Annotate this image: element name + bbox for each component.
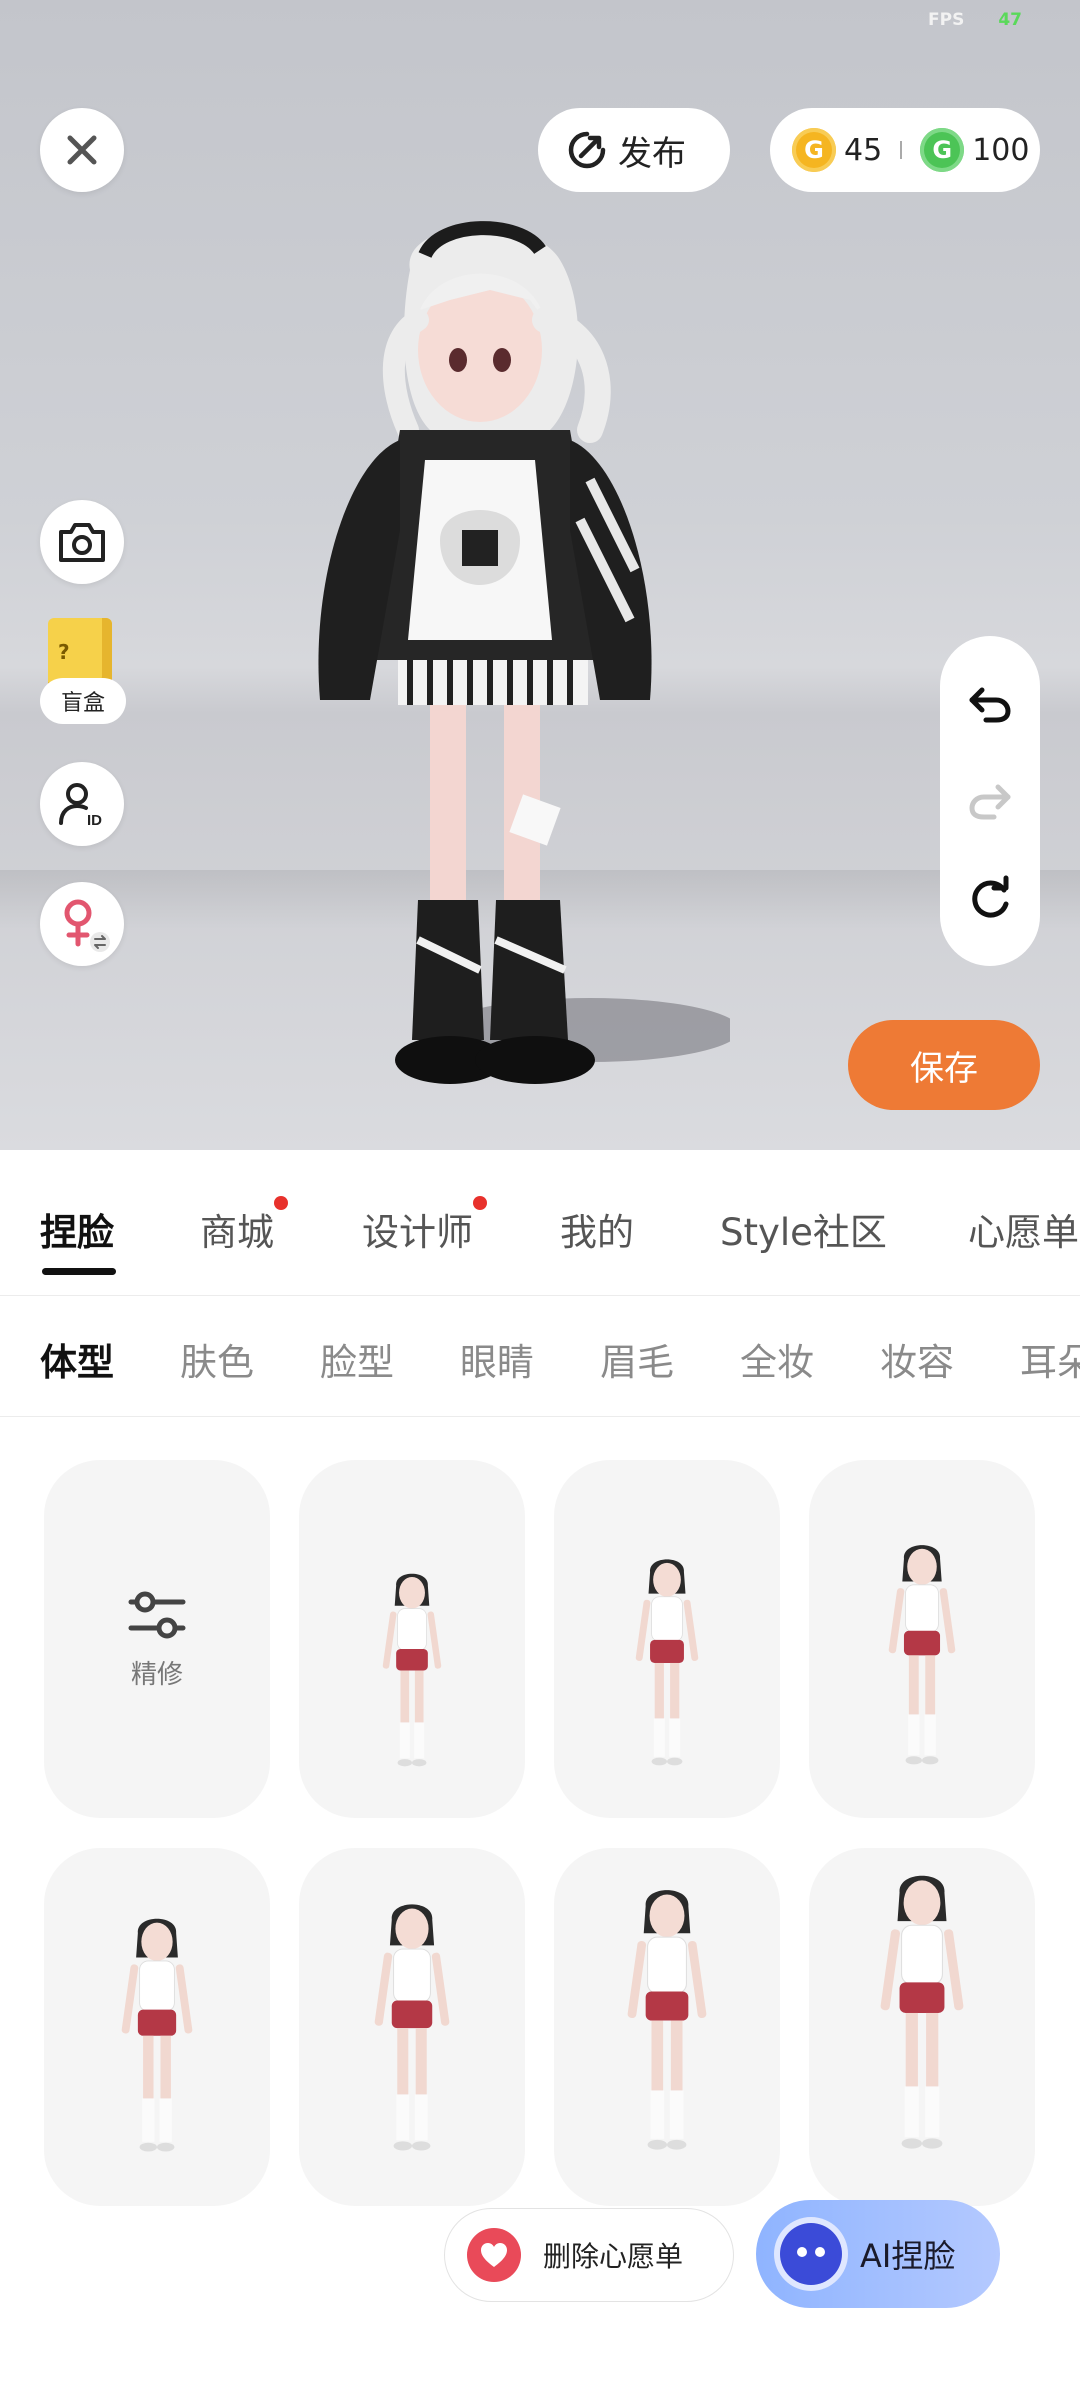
fine-tune-label: 精修 — [130, 1659, 183, 1690]
body-preset-figure — [880, 1875, 964, 2149]
body-preset-figure — [635, 1559, 699, 1766]
body-preset-card[interactable] — [299, 1460, 525, 1818]
new-badge — [274, 1196, 288, 1210]
blind-box-label: 盲盒 — [40, 678, 126, 724]
close-icon — [67, 135, 97, 165]
female-gender-icon — [64, 899, 110, 952]
body-preset-card[interactable] — [44, 1848, 270, 2206]
publish-button[interactable]: 发布 — [538, 108, 730, 192]
subtab-eyebrows[interactable]: 眉毛 — [600, 1332, 674, 1386]
body-preset-figure — [374, 1904, 450, 2151]
subtab-eyes[interactable]: 眼睛 — [460, 1332, 534, 1386]
body-preset-card[interactable] — [554, 1848, 780, 2206]
subtab-face-shape[interactable]: 脸型 — [320, 1332, 394, 1386]
subtab-makeup[interactable]: 妆容 — [880, 1332, 954, 1386]
currency-balance[interactable]: G 45 G 100 — [770, 108, 1040, 192]
body-preset-figure — [382, 1573, 442, 1767]
user-id-icon: ID — [59, 783, 102, 829]
ai-robot-icon — [780, 2223, 842, 2285]
gold-coin-count: 45 — [844, 132, 883, 168]
tab-style-community[interactable]: Style社区 — [720, 1202, 887, 1256]
active-tab-indicator — [42, 1268, 116, 1275]
divider — [900, 141, 903, 159]
remove-wishlist-label: 删除心愿单 — [543, 2240, 684, 2273]
green-coin-count: 100 — [972, 132, 1030, 168]
tab-shop[interactable]: 商城 — [200, 1196, 288, 1256]
fine-tune-card[interactable]: 精修 — [44, 1460, 270, 1818]
svg-text:ID: ID — [87, 812, 102, 829]
tab-wishlist[interactable]: 心愿单 — [968, 1202, 1079, 1256]
body-preset-figure — [888, 1545, 956, 1765]
tab-mine[interactable]: 我的 — [560, 1202, 634, 1256]
body-preset-figure — [627, 1890, 707, 2150]
reset-icon[interactable] — [966, 874, 1014, 922]
gender-switch-button[interactable] — [40, 882, 124, 966]
undo-icon[interactable] — [966, 680, 1014, 728]
remove-wishlist-button[interactable]: 删除心愿单 — [444, 2208, 734, 2302]
subtab-ears[interactable]: 耳朵 — [1020, 1332, 1080, 1386]
blind-box-button[interactable]: 盲盒 — [40, 618, 128, 728]
body-preset-card[interactable] — [809, 1848, 1035, 2206]
save-button[interactable]: 保存 — [848, 1020, 1040, 1110]
publish-icon — [568, 131, 606, 169]
subtab-full-makeup[interactable]: 全妆 — [740, 1332, 814, 1386]
ai-face-button[interactable]: AI捏脸 — [756, 2200, 1000, 2308]
green-coin-icon: G — [920, 128, 965, 172]
category-tabbar: 体型 肤色 脸型 眼睛 眉毛 全妆 妆容 耳朵 — [0, 1296, 1080, 1417]
new-badge — [473, 1196, 487, 1210]
subtab-skin-color[interactable]: 肤色 — [180, 1332, 254, 1386]
avatar-id-button[interactable]: ID — [40, 762, 124, 846]
fps-counter: FPS 47 — [928, 10, 1022, 30]
avatar-character — [318, 221, 730, 1084]
avatar-viewport[interactable]: FPS47 发布 G 45 G 100 盲盒 ID — [0, 0, 1080, 1150]
sliders-icon — [128, 1591, 186, 1638]
body-preset-card[interactable] — [299, 1848, 525, 2206]
camera-button[interactable] — [40, 500, 124, 584]
heart-icon — [467, 2228, 521, 2282]
camera-icon — [59, 523, 105, 562]
body-preset-card[interactable] — [554, 1460, 780, 1818]
body-preset-card[interactable] — [809, 1460, 1035, 1818]
ai-face-label: AI捏脸 — [860, 2237, 956, 2275]
subtab-body-type[interactable]: 体型 — [40, 1332, 114, 1386]
gold-coin-icon: G — [792, 128, 836, 172]
redo-icon[interactable] — [966, 777, 1014, 825]
close-button[interactable] — [40, 108, 124, 192]
tab-face-edit[interactable]: 捏脸 — [40, 1202, 114, 1256]
tab-designer[interactable]: 设计师 — [362, 1196, 487, 1256]
history-panel — [940, 636, 1040, 966]
body-preset-figure — [121, 1918, 193, 2152]
main-tabbar: 捏脸 商城 设计师 我的 Style社区 心愿单 — [0, 1150, 1080, 1296]
